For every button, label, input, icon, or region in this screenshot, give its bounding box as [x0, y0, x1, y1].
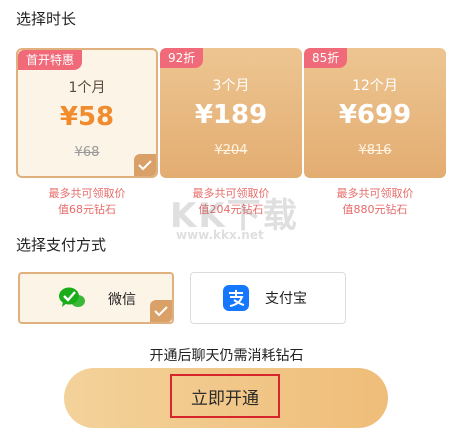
- activate-button[interactable]: 立即开通: [64, 368, 388, 428]
- plan-note-line: 值68元钻石: [58, 203, 116, 216]
- plan-card-12-months[interactable]: 85折 12个月 ¥699 ¥816: [304, 48, 446, 178]
- plan-duration: 3个月: [212, 78, 250, 94]
- payment-label: 微信: [108, 292, 136, 308]
- payment-label: 支付宝: [265, 291, 307, 307]
- plan-price: ¥189: [194, 100, 268, 130]
- plan-card-3-months[interactable]: 92折 3个月 ¥189 ¥204: [160, 48, 302, 178]
- plan-note-3: 最多共可领取价 值880元钻石: [304, 186, 446, 218]
- plan-original-price: ¥816: [358, 143, 392, 158]
- plan-duration: 1个月: [68, 80, 106, 96]
- payment-option-alipay[interactable]: 支付宝: [190, 272, 346, 324]
- plan-duration: 12个月: [352, 78, 398, 94]
- plan-badge: 85折: [304, 48, 348, 68]
- plan-badge: 首开特惠: [18, 50, 83, 70]
- duration-section-title: 选择时长: [16, 10, 77, 28]
- alipay-icon: [223, 285, 249, 315]
- plan-card-1-month[interactable]: 首开特惠 1个月 ¥58 ¥68: [16, 48, 158, 178]
- payment-section-title: 选择支付方式: [16, 236, 107, 254]
- plan-note-line: 值880元钻石: [342, 203, 408, 216]
- wechat-icon: [58, 286, 86, 314]
- plan-price: ¥699: [338, 100, 412, 130]
- plan-note-line: 最多共可领取价: [336, 187, 414, 200]
- payment-option-wechat[interactable]: 微信: [18, 272, 174, 324]
- diamond-notice: 开通后聊天仍需消耗钻石: [149, 348, 304, 364]
- watermark: KK下载 www.kkx.net: [170, 188, 299, 242]
- activate-button-label: 立即开通: [170, 374, 280, 418]
- plan-note-1: 最多共可领取价 值68元钻石: [16, 186, 158, 218]
- plan-note-line: 最多共可领取价: [48, 187, 126, 200]
- plan-original-price: ¥204: [214, 143, 248, 158]
- plan-badge: 92折: [160, 48, 204, 68]
- selected-check-icon: [150, 300, 172, 322]
- plan-price: ¥58: [59, 102, 115, 132]
- selected-check-icon: [134, 154, 156, 176]
- watermark-url: www.kkx.net: [176, 228, 264, 242]
